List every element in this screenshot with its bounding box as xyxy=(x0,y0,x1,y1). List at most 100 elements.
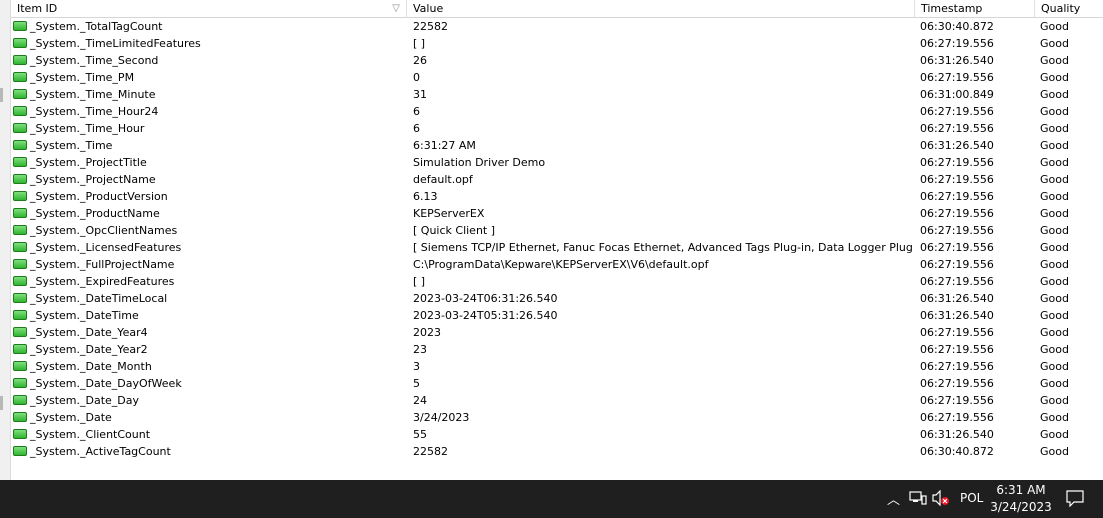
quality-cell: Good xyxy=(1040,156,1069,169)
table-row[interactable]: _System._OpcClientNames [ Quick Client ] 0… xyxy=(11,222,1103,239)
column-header-label: Item ID xyxy=(17,2,58,15)
tag-icon xyxy=(13,89,27,99)
item-id-text: _System._Time_Minute xyxy=(30,88,156,101)
tag-icon xyxy=(13,191,27,201)
language-indicator[interactable]: POL xyxy=(960,491,983,505)
left-pane-edge xyxy=(0,0,11,480)
timestamp-cell: 06:27:19.556 xyxy=(920,377,994,390)
item-id-text: _System._ExpiredFeatures xyxy=(30,275,175,288)
list-header: Item ID ▽ Value Timestamp Quality xyxy=(11,0,1103,18)
table-row[interactable]: _System._ProjectTitle Simulation Driver D… xyxy=(11,154,1103,171)
table-row[interactable]: _System._ClientCount 55 06:31:26.540 Good xyxy=(11,426,1103,443)
tag-icon xyxy=(13,310,27,320)
table-row[interactable]: _System._DateTimeLocal 2023-03-24T06:31:2… xyxy=(11,290,1103,307)
column-header-item-id[interactable]: Item ID ▽ xyxy=(11,0,407,17)
chevron-up-icon[interactable]: ︿ xyxy=(887,489,900,508)
table-row[interactable]: _System._Time 6:31:27 AM 06:31:26.540 Good xyxy=(11,137,1103,154)
table-row[interactable]: _System._Date_Year4 2023 06:27:19.556 Good xyxy=(11,324,1103,341)
tag-list-view[interactable]: Item ID ▽ Value Timestamp Quality _Syste… xyxy=(11,0,1103,480)
table-row[interactable]: _System._Time_Second 26 06:31:26.540 Good xyxy=(11,52,1103,69)
item-id-text: _System._Time_PM xyxy=(30,71,135,84)
item-id-cell: _System._ExpiredFeatures xyxy=(11,273,407,290)
notifications-icon[interactable] xyxy=(1065,489,1085,510)
value-cell: 6:31:27 AM xyxy=(413,139,476,152)
quality-cell: Good xyxy=(1040,88,1069,101)
timestamp-cell: 06:31:26.540 xyxy=(920,428,994,441)
quality-cell: Good xyxy=(1040,207,1069,220)
item-id-cell: _System._Date_DayOfWeek xyxy=(11,375,407,392)
item-id-cell: _System._ProductName xyxy=(11,205,407,222)
item-id-cell: _System._TotalTagCount xyxy=(11,18,407,35)
quality-cell: Good xyxy=(1040,173,1069,186)
tag-icon xyxy=(13,208,27,218)
table-row[interactable]: _System._Date_DayOfWeek 5 06:27:19.556 Good xyxy=(11,375,1103,392)
value-cell: 6 xyxy=(413,122,420,135)
table-row[interactable]: _System._Date_Year2 23 06:27:19.556 Good xyxy=(11,341,1103,358)
tag-icon xyxy=(13,21,27,31)
item-id-cell: _System._OpcClientNames xyxy=(11,222,407,239)
table-row[interactable]: _System._Time_PM 0 06:27:19.556 Good xyxy=(11,69,1103,86)
table-row[interactable]: _System._Date 3/24/2023 06:27:19.556 Good xyxy=(11,409,1103,426)
quality-cell: Good xyxy=(1040,377,1069,390)
value-cell: 5 xyxy=(413,377,420,390)
tag-icon xyxy=(13,361,27,371)
item-id-text: _System._Time_Hour xyxy=(30,122,145,135)
table-row[interactable]: _System._ExpiredFeatures [ ] 06:27:19.556 G… xyxy=(11,273,1103,290)
table-row[interactable]: _System._ProductName KEPServerEX 06:27:19.… xyxy=(11,205,1103,222)
column-header-value[interactable]: Value xyxy=(407,0,915,17)
table-row[interactable]: _System._LicensedFeatures [ Siemens TCP/I… xyxy=(11,239,1103,256)
table-row[interactable]: _System._TimeLimitedFeatures [ ] 06:27:19.… xyxy=(11,35,1103,52)
timestamp-cell: 06:27:19.556 xyxy=(920,105,994,118)
value-cell: 2023 xyxy=(413,326,441,339)
table-row[interactable]: _System._ActiveTagCount 22582 06:30:40.872… xyxy=(11,443,1103,460)
item-id-text: _System._Time xyxy=(30,139,113,152)
item-id-text: _System._ProductName xyxy=(30,207,160,220)
network-icon[interactable] xyxy=(909,490,927,509)
quality-cell: Good xyxy=(1040,122,1069,135)
timestamp-cell: 06:27:19.556 xyxy=(920,241,994,254)
timestamp-cell: 06:27:19.556 xyxy=(920,173,994,186)
sort-descending-icon: ▽ xyxy=(392,3,400,14)
tag-icon xyxy=(13,259,27,269)
timestamp-cell: 06:27:19.556 xyxy=(920,207,994,220)
item-id-cell: _System._ClientCount xyxy=(11,426,407,443)
taskbar-clock[interactable]: 6:31 AM 3/24/2023 xyxy=(990,482,1052,516)
table-row[interactable]: _System._Time_Minute 31 06:31:00.849 Good xyxy=(11,86,1103,103)
item-id-text: _System._DateTimeLocal xyxy=(30,292,168,305)
quality-cell: Good xyxy=(1040,190,1069,203)
quality-cell: Good xyxy=(1040,445,1069,458)
item-id-cell: _System._Date_Day xyxy=(11,392,407,409)
item-id-cell: _System._DateTimeLocal xyxy=(11,290,407,307)
item-id-text: _System._Date xyxy=(30,411,112,424)
value-cell: 6 xyxy=(413,105,420,118)
item-id-text: _System._ProductVersion xyxy=(30,190,168,203)
column-header-timestamp[interactable]: Timestamp xyxy=(915,0,1035,17)
item-id-cell: _System._Time xyxy=(11,137,407,154)
column-header-quality[interactable]: Quality xyxy=(1035,0,1103,17)
table-row[interactable]: _System._Time_Hour24 6 06:27:19.556 Good xyxy=(11,103,1103,120)
table-row[interactable]: _System._Date_Day 24 06:27:19.556 Good xyxy=(11,392,1103,409)
quality-cell: Good xyxy=(1040,37,1069,50)
item-id-cell: _System._ProjectName xyxy=(11,171,407,188)
tag-icon xyxy=(13,157,27,167)
table-row[interactable]: _System._Date_Month 3 06:27:19.556 Good xyxy=(11,358,1103,375)
quality-cell: Good xyxy=(1040,411,1069,424)
table-row[interactable]: _System._DateTime 2023-03-24T05:31:26.540… xyxy=(11,307,1103,324)
column-header-label: Quality xyxy=(1041,2,1081,15)
table-row[interactable]: _System._ProductVersion 6.13 06:27:19.556 G… xyxy=(11,188,1103,205)
value-cell: 2023-03-24T05:31:26.540 xyxy=(413,309,558,322)
timestamp-cell: 06:27:19.556 xyxy=(920,411,994,424)
table-row[interactable]: _System._TotalTagCount 22582 06:30:40.872 G… xyxy=(11,18,1103,35)
value-cell: 22582 xyxy=(413,20,448,33)
timestamp-cell: 06:30:40.872 xyxy=(920,445,994,458)
volume-muted-icon[interactable] xyxy=(932,489,950,509)
tag-icon xyxy=(13,123,27,133)
table-row[interactable]: _System._ProjectName default.opf 06:27:19.… xyxy=(11,171,1103,188)
item-id-cell: _System._ActiveTagCount xyxy=(11,443,407,460)
quality-cell: Good xyxy=(1040,326,1069,339)
tag-icon xyxy=(13,225,27,235)
tag-icon xyxy=(13,378,27,388)
table-row[interactable]: _System._Time_Hour 6 06:27:19.556 Good xyxy=(11,120,1103,137)
tag-icon xyxy=(13,38,27,48)
table-row[interactable]: _System._FullProjectName C:\ProgramData\K… xyxy=(11,256,1103,273)
